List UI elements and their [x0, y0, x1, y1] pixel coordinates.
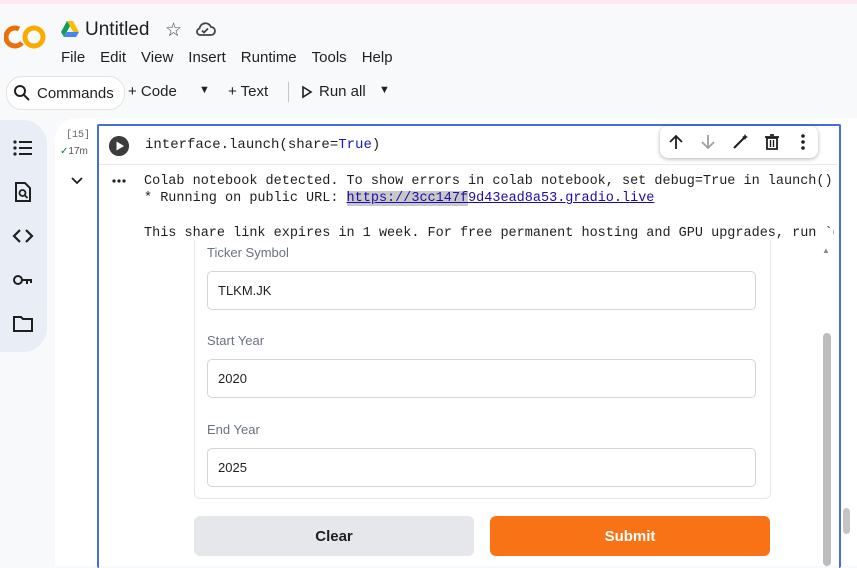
move-up-icon[interactable]: [667, 133, 685, 151]
delete-trash-icon[interactable]: [763, 133, 781, 151]
menu-insert[interactable]: Insert: [188, 49, 226, 66]
run-all-label: Run all: [319, 83, 366, 100]
menu-bar: File Edit View Insert Runtime Tools Help: [61, 49, 408, 66]
execution-count: [15]: [66, 130, 91, 141]
move-down-icon[interactable]: [699, 133, 717, 151]
commands-label: Commands: [37, 84, 114, 102]
start-year-input[interactable]: 2020: [207, 359, 756, 398]
menu-view[interactable]: View: [141, 49, 173, 66]
ticker-value: TLKM.JK: [218, 283, 272, 298]
code-close: ): [371, 137, 381, 153]
play-outline-icon: [302, 85, 313, 98]
output-line-1: Colab notebook detected. To show errors …: [144, 174, 833, 189]
output-divider: [99, 164, 837, 165]
scroll-up-arrow-icon[interactable]: ▲: [822, 246, 830, 255]
code-dropdown-icon[interactable]: ▼: [199, 84, 210, 96]
run-all-dropdown-icon[interactable]: ▼: [379, 84, 390, 96]
add-text-button[interactable]: + Text: [228, 83, 268, 100]
run-all-button[interactable]: Run all: [301, 83, 366, 100]
add-code-button[interactable]: + Code: [128, 83, 177, 100]
drive-icon[interactable]: [60, 20, 80, 38]
output-line-2: * Running on public URL: https://3cc147f…: [144, 191, 654, 206]
public-url-link[interactable]: 9d43ead8a53.gradio.live: [468, 191, 654, 206]
menu-file[interactable]: File: [61, 49, 85, 66]
execution-time: ✓17m: [60, 146, 88, 157]
find-in-file-icon[interactable]: [12, 181, 34, 203]
top-accent-line: [0, 0, 857, 4]
table-of-contents-icon[interactable]: [12, 137, 34, 159]
end-year-value: 2025: [218, 460, 247, 475]
submit-button[interactable]: Submit: [490, 516, 770, 556]
add-text-label: + Text: [228, 83, 269, 100]
menu-edit[interactable]: Edit: [100, 49, 126, 66]
collapse-output-icon[interactable]: [70, 176, 84, 186]
public-url-link-selected[interactable]: https://3cc147f: [346, 191, 469, 206]
page-scrollbar-thumb[interactable]: [843, 508, 850, 534]
ticker-input[interactable]: TLKM.JK: [207, 271, 756, 310]
end-year-label: End Year: [207, 422, 260, 437]
code-line[interactable]: interface.launch(share=True): [145, 137, 380, 153]
star-icon[interactable]: ☆: [165, 19, 182, 42]
start-year-value: 2020: [218, 371, 247, 386]
ticker-label: Ticker Symbol: [207, 245, 289, 260]
code-snippets-icon[interactable]: [12, 225, 34, 247]
search-icon: [14, 85, 30, 101]
output-line-3: This share link expires in 1 week. For f…: [144, 226, 834, 241]
commands-button[interactable]: Commands: [6, 76, 125, 110]
code-text: interface.launch(share=: [145, 137, 339, 153]
files-folder-icon[interactable]: [12, 313, 34, 335]
menu-runtime[interactable]: Runtime: [241, 49, 297, 66]
clear-button[interactable]: Clear: [194, 516, 474, 556]
run-cell-button[interactable]: [109, 136, 129, 156]
cloud-saved-icon[interactable]: [194, 20, 216, 38]
add-code-label: + Code: [128, 83, 177, 100]
output-scrollbar-thumb[interactable]: [823, 333, 831, 566]
output-url-prefix: * Running on public URL:: [144, 191, 347, 206]
start-year-label: Start Year: [207, 333, 265, 348]
code-keyword: True: [338, 137, 372, 153]
notebook-title[interactable]: Untitled: [85, 19, 149, 41]
toolbar-divider: [288, 82, 289, 102]
menu-help[interactable]: Help: [362, 49, 393, 66]
colab-logo[interactable]: [4, 22, 46, 52]
output-actions-icon[interactable]: [111, 178, 127, 184]
menu-tools[interactable]: Tools: [312, 49, 347, 66]
secrets-key-icon[interactable]: [12, 269, 34, 291]
more-options-icon[interactable]: [796, 133, 810, 151]
magic-edit-icon[interactable]: [731, 133, 749, 151]
end-year-input[interactable]: 2025: [207, 448, 756, 487]
